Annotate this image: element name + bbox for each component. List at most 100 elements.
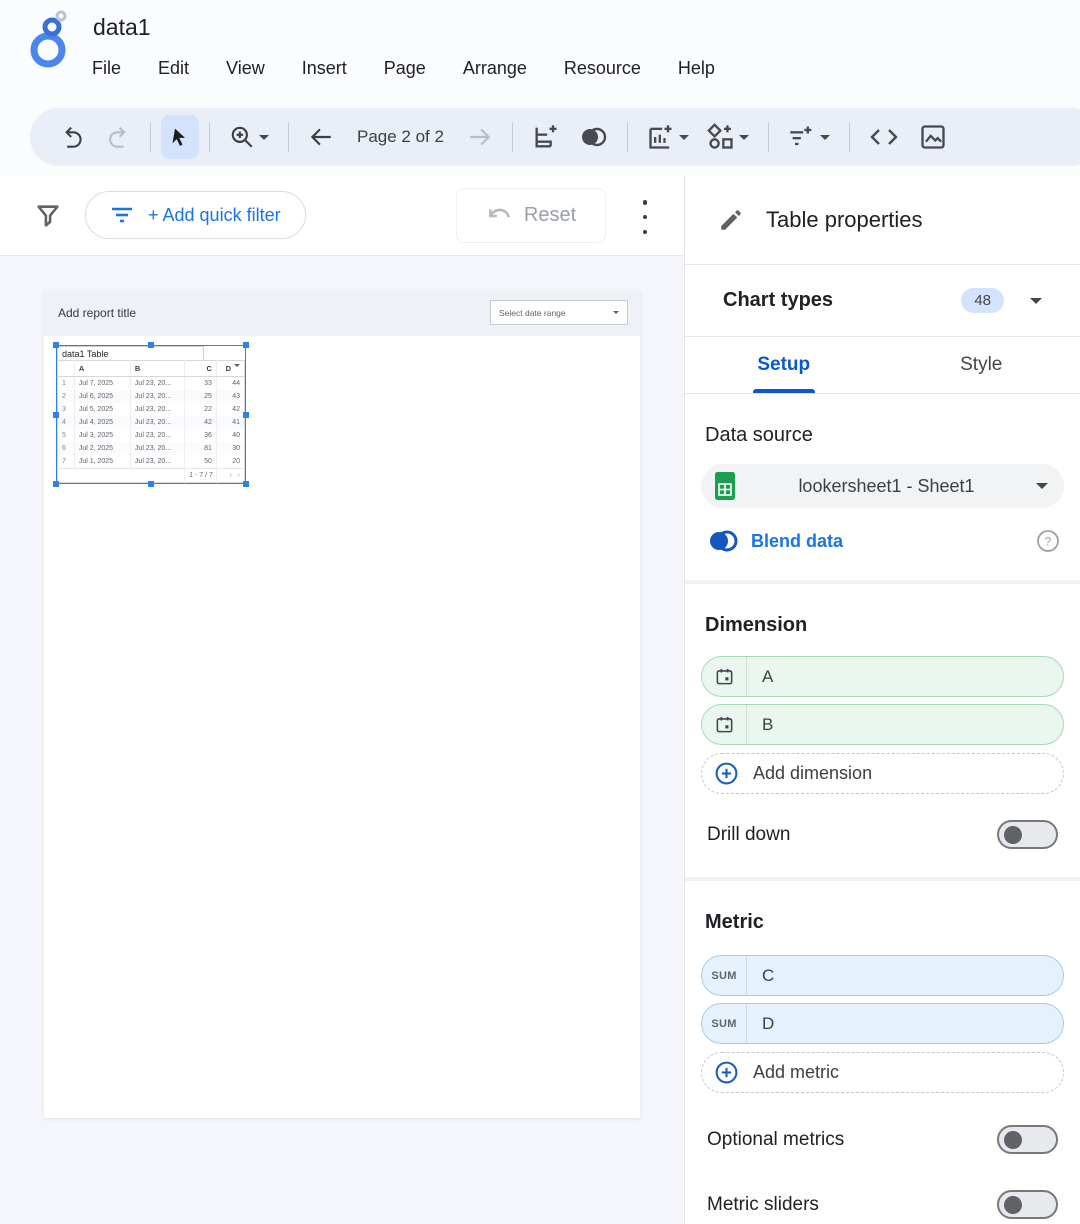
column-header-b[interactable]: B [130, 361, 184, 377]
table-row: 5 Jul 3, 2025 Jul 23, 20... 36 40 [58, 429, 245, 442]
panel-tabs: Setup Style [685, 337, 1080, 394]
document-title[interactable]: data1 [93, 14, 151, 41]
selection-handle[interactable] [243, 481, 249, 487]
tab-style[interactable]: Style [883, 337, 1080, 393]
reset-undo-icon [486, 205, 512, 227]
undo-button[interactable] [52, 115, 96, 159]
cell-d: 43 [216, 390, 244, 403]
selection-handle[interactable] [53, 412, 59, 418]
date-field-icon [702, 705, 747, 744]
metric-field-label: D [747, 1014, 774, 1034]
add-image-button[interactable] [910, 115, 956, 159]
select-tool-button[interactable] [161, 115, 199, 159]
add-chart-button[interactable] [638, 115, 698, 159]
report-table[interactable]: A B C D 1 Jul 7, 2025 Jul 23, 20... 33 4… [57, 360, 245, 483]
filter-funnel-icon[interactable] [34, 202, 62, 230]
menu-insert[interactable]: Insert [302, 58, 347, 79]
metric-sliders-toggle[interactable] [997, 1190, 1058, 1219]
pagination-prev-icon[interactable]: ‹ [229, 472, 231, 479]
cell-b: Jul 23, 20... [130, 403, 184, 416]
help-icon[interactable]: ? [1036, 529, 1060, 553]
aggregation-label[interactable]: SUM [702, 1004, 747, 1043]
column-header-a[interactable]: A [74, 361, 130, 377]
data-source-selector[interactable]: lookersheet1 - Sheet1 [701, 464, 1064, 508]
selection-handle[interactable] [148, 342, 154, 348]
redo-button[interactable] [96, 115, 140, 159]
report-title-placeholder[interactable]: Add report title [58, 306, 136, 320]
menu-arrange[interactable]: Arrange [463, 58, 527, 79]
blend-data-link[interactable]: Blend data [751, 531, 1024, 552]
optional-metrics-label: Optional metrics [707, 1129, 997, 1151]
metric-heading: Metric [705, 911, 1060, 934]
blend-data-row: Blend data ? [707, 524, 1060, 558]
toolbar-separator [209, 122, 210, 152]
column-header-d[interactable]: D [216, 361, 244, 377]
selection-handle[interactable] [148, 481, 154, 487]
column-header-c[interactable]: C [185, 361, 217, 377]
dimension-field-a[interactable]: A [701, 656, 1064, 697]
data-source-caret-icon[interactable] [1036, 483, 1048, 495]
properties-panel-header: Table properties [685, 176, 1080, 265]
add-control-button[interactable] [779, 115, 839, 159]
previous-page-button[interactable] [299, 115, 343, 159]
chart-types-count-badge: 48 [961, 288, 1004, 313]
next-page-button[interactable] [458, 115, 502, 159]
table-chart-element[interactable]: data1 Table A B C D 1 Jul 7, 2025 Jul 23… [57, 346, 245, 483]
menu-resource[interactable]: Resource [564, 58, 641, 79]
cell-c: 25 [185, 390, 217, 403]
blend-data-button[interactable] [569, 115, 617, 159]
row-number-header [58, 361, 75, 377]
add-control-dropdown-caret[interactable] [820, 135, 830, 145]
report-canvas[interactable]: Add report title Select date range data1… [0, 256, 684, 1224]
selection-handle[interactable] [53, 481, 59, 487]
table-row: 7 Jul 1, 2025 Jul 23, 20... 50 20 [58, 455, 245, 469]
metric-field-c[interactable]: SUM C [701, 955, 1064, 996]
zoom-dropdown-caret[interactable] [259, 135, 269, 145]
cell-c: 22 [185, 403, 217, 416]
embed-code-button[interactable] [860, 115, 908, 159]
tab-setup[interactable]: Setup [685, 337, 883, 393]
report-page[interactable]: Add report title Select date range data1… [44, 290, 640, 1118]
date-range-control[interactable]: Select date range [490, 300, 628, 325]
menu-help[interactable]: Help [678, 58, 715, 79]
toolbar-separator [512, 122, 513, 152]
looker-studio-logo-icon[interactable] [26, 10, 74, 70]
cell-c: 42 [185, 416, 217, 429]
table-chart-title[interactable]: data1 Table [57, 346, 204, 360]
pagination-next-icon[interactable]: › [238, 472, 240, 479]
optional-metrics-toggle[interactable] [997, 1125, 1058, 1154]
selection-handle[interactable] [243, 342, 249, 348]
dimension-field-b[interactable]: B [701, 704, 1064, 745]
row-number-cell: 7 [58, 455, 75, 469]
selection-handle[interactable] [53, 342, 59, 348]
community-viz-dropdown-caret[interactable] [739, 135, 749, 145]
add-dimension-button[interactable]: Add dimension [701, 753, 1064, 794]
cell-a: Jul 2, 2025 [74, 442, 130, 455]
chart-types-row[interactable]: Chart types 48 [685, 265, 1080, 337]
table-header-row: A B C D [58, 361, 245, 377]
svg-text:?: ? [1045, 535, 1052, 549]
zoom-tool-button[interactable] [220, 115, 278, 159]
add-metric-button[interactable]: Add metric [701, 1052, 1064, 1093]
menu-file[interactable]: File [92, 58, 121, 79]
row-number-cell: 5 [58, 429, 75, 442]
metric-field-d[interactable]: SUM D [701, 1003, 1064, 1044]
drill-down-row: Drill down [707, 820, 1058, 849]
drill-down-toggle[interactable] [997, 820, 1058, 849]
selection-handle[interactable] [243, 412, 249, 418]
section-divider [685, 877, 1080, 881]
aggregation-label[interactable]: SUM [702, 956, 747, 995]
menu-page[interactable]: Page [384, 58, 426, 79]
reset-button[interactable]: Reset [456, 188, 606, 243]
filter-list-icon [110, 206, 134, 224]
add-community-visualization-button[interactable] [698, 115, 758, 159]
page-indicator[interactable]: Page 2 of 2 [357, 127, 444, 147]
more-options-button[interactable] [637, 200, 653, 234]
add-chart-dropdown-caret[interactable] [679, 135, 689, 145]
chart-types-expand-icon[interactable] [1030, 298, 1042, 310]
menu-edit[interactable]: Edit [158, 58, 189, 79]
add-quick-filter-button[interactable]: + Add quick filter [85, 191, 306, 239]
pagination-controls[interactable]: ‹ › [216, 469, 244, 483]
add-page-button[interactable] [523, 115, 569, 159]
menu-view[interactable]: View [226, 58, 265, 79]
